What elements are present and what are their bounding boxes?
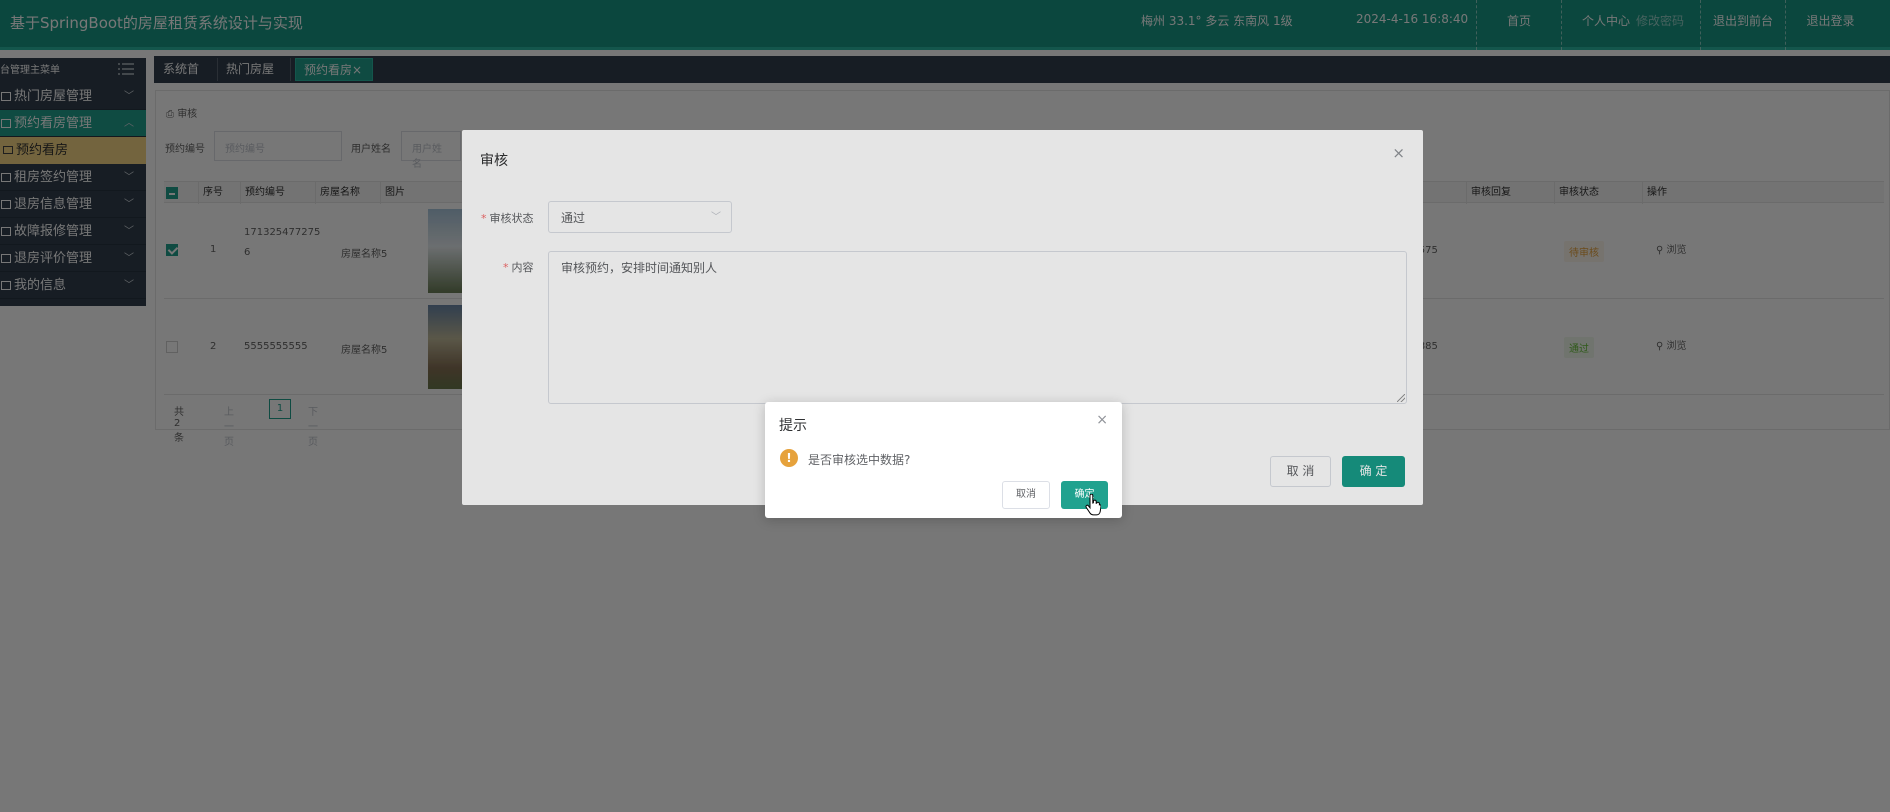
warning-icon: ! xyxy=(780,449,798,467)
close-icon[interactable]: × xyxy=(1096,412,1108,428)
confirm-dialog: 提示 × ! 是否审核选中数据? 取消 确定 xyxy=(765,402,1122,518)
confirm-message: 是否审核选中数据? xyxy=(808,453,911,467)
hand-cursor-icon xyxy=(1085,494,1101,516)
confirm-cancel-button[interactable]: 取消 xyxy=(1002,481,1050,509)
confirm-title: 提示 xyxy=(779,418,807,434)
